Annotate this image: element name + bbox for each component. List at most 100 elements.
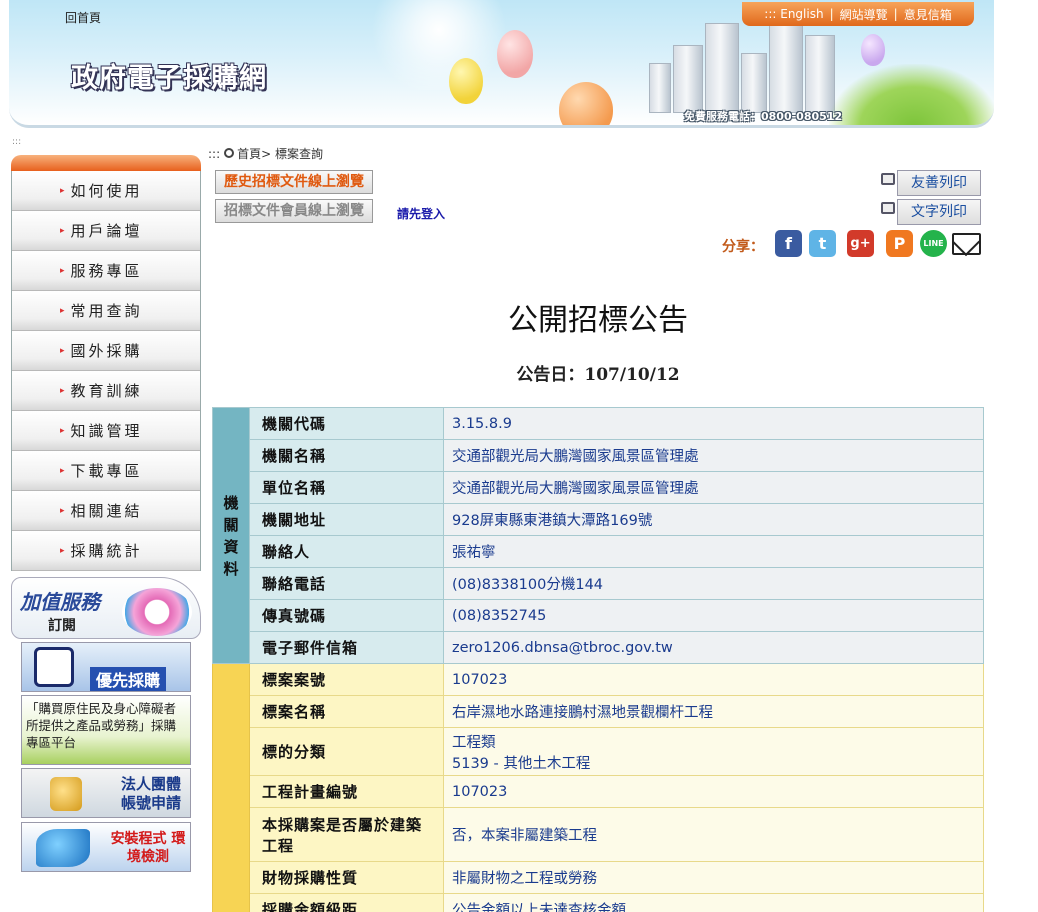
line-icon[interactable]: LINE xyxy=(920,230,947,257)
breadcrumb: ::: 首頁> 標案查詢 xyxy=(208,145,323,162)
sidebar-item-label: 採購統計 xyxy=(70,542,143,560)
install-check-banner[interactable]: 安裝程式 環境檢測 xyxy=(21,822,191,872)
history-docs-button[interactable]: 歷史招標文件線上瀏覽 xyxy=(215,170,373,194)
row-value: 工程類 5139 - 其他土木工程 xyxy=(443,727,984,776)
balloon-graphic xyxy=(559,82,613,125)
sidebar-item-common-query[interactable]: ▸ 常用查詢 xyxy=(12,291,200,331)
sidebar-item-download[interactable]: ▸ 下載專區 xyxy=(12,451,200,491)
sidebar-item-label: 知識管理 xyxy=(70,422,143,440)
sidebar-item-forum[interactable]: ▸ 用戶論壇 xyxy=(12,211,200,251)
row-value: 928屏東縣東港鎮大潭路169號 xyxy=(443,503,984,536)
value-added-title: 加值服務 xyxy=(20,590,100,614)
indigenous-procurement-banner[interactable]: 「購買原住民及身心障礙者所提供之產品或勞務」採購專區平台 xyxy=(21,695,191,765)
google-plus-icon[interactable]: g+ xyxy=(847,230,874,257)
sidebar-item-label: 國外採購 xyxy=(70,342,143,360)
wheelchair-icon xyxy=(34,647,74,687)
sidebar-item-statistics[interactable]: ▸ 採購統計 xyxy=(12,531,200,571)
table-row: 聯絡電話 (08)8338100分機144 xyxy=(213,567,984,600)
home-link[interactable]: 回首頁 xyxy=(65,9,101,26)
announce-date: 公告日：107/10/12 xyxy=(516,365,680,385)
table-row: 採購金額級距 公告金額以上未達查核金額 xyxy=(213,893,984,912)
row-value: 3.15.8.9 xyxy=(443,407,984,440)
row-value: (08)8338100分機144 xyxy=(443,567,984,600)
banner-label: 安裝程式 環境檢測 xyxy=(110,831,186,865)
row-label: 聯絡電話 xyxy=(249,567,444,600)
sidebar-item-label: 教育訓練 xyxy=(70,382,143,400)
sidebar-item-foreign[interactable]: ▸ 國外採購 xyxy=(12,331,200,371)
twitter-icon[interactable]: t xyxy=(809,230,836,257)
arrow-right-icon: ▸ xyxy=(60,265,65,276)
sidebar-item-how-to-use[interactable]: ▸ 如何使用 xyxy=(12,171,200,211)
category-sub: 5139 - 其他土木工程 xyxy=(452,755,591,772)
accesskey-dots[interactable]: ::: xyxy=(12,137,21,147)
member-docs-button[interactable]: 招標文件會員線上瀏覽 xyxy=(215,199,373,223)
table-row: 單位名稱 交通部觀光局大鵬灣國家風景區管理處 xyxy=(213,471,984,504)
sidebar-item-knowledge[interactable]: ▸ 知識管理 xyxy=(12,411,200,451)
building-graphic xyxy=(705,23,739,113)
table-row: 標的分類 工程類 5139 - 其他土木工程 xyxy=(213,727,984,776)
table-row: 聯絡人 張祐寧 xyxy=(213,535,984,568)
sidebar-item-links[interactable]: ▸ 相關連結 xyxy=(12,491,200,531)
row-label: 本採購案是否屬於建築工程 xyxy=(249,807,444,862)
row-value: 107023 xyxy=(443,775,984,808)
building-graphic xyxy=(649,63,671,113)
value-added-subscribe-banner[interactable]: 加值服務 訂閱 xyxy=(11,577,201,639)
friendly-print-button[interactable]: 友善列印 xyxy=(897,170,981,196)
table-row: 傳真號碼 (08)8352745 xyxy=(213,599,984,632)
sidebar-item-services[interactable]: ▸ 服務專區 xyxy=(12,251,200,291)
row-label: 採購金額級距 xyxy=(249,893,444,912)
table-row: 機關地址 928屏東縣東港鎮大潭路169號 xyxy=(213,503,984,536)
arrow-right-icon: ▸ xyxy=(60,225,65,236)
search-icon xyxy=(224,148,235,158)
sidebar-item-training[interactable]: ▸ 教育訓練 xyxy=(12,371,200,411)
share-label: 分享： xyxy=(722,239,764,255)
row-label: 標案名稱 xyxy=(249,695,444,728)
sun-graphic xyxy=(364,0,514,90)
arrow-right-icon: ▸ xyxy=(60,385,65,396)
sidebar-item-label: 下載專區 xyxy=(70,462,143,480)
row-label: 標案案號 xyxy=(249,663,444,696)
table-row: 工程計畫編號 107023 xyxy=(213,775,984,808)
row-value: 公告金額以上未達查核金額 xyxy=(443,893,984,912)
sidebar-item-label: 用戶論壇 xyxy=(70,222,143,240)
sidebar-item-label: 相關連結 xyxy=(70,502,143,520)
mail-icon[interactable] xyxy=(952,233,981,255)
tender-group-cell xyxy=(212,663,250,912)
arrow-right-icon: ▸ xyxy=(60,305,65,316)
legal-entity-account-banner[interactable]: 法人團體 帳號申請 xyxy=(21,768,191,818)
row-label: 機關名稱 xyxy=(249,439,444,472)
sidebar-item-label: 服務專區 xyxy=(70,262,143,280)
agency-group-label: 機關資料 xyxy=(212,407,250,664)
sidebar-menu: ▸ 如何使用 ▸ 用戶論壇 ▸ 服務專區 ▸ 常用查詢 ▸ 國外採購 ▸ 教育訓練 ▸ 知識管… xyxy=(11,171,201,571)
balloon-graphic xyxy=(861,34,885,66)
login-link[interactable]: 請先登入 xyxy=(397,205,445,222)
lock-icon xyxy=(50,777,82,811)
sidebar-cap xyxy=(11,155,201,171)
table-row: 本採購案是否屬於建築工程 否，本案非屬建築工程 xyxy=(213,807,984,862)
topnav-feedback[interactable]: 意見信箱 xyxy=(904,6,952,23)
priority-procurement-banner[interactable]: 優先採購 xyxy=(21,642,191,692)
row-value: 107023 xyxy=(443,663,984,696)
text-print-button[interactable]: 文字列印 xyxy=(897,199,981,225)
arrow-right-icon: ▸ xyxy=(60,425,65,436)
row-value: 交通部觀光局大鵬灣國家風景區管理處 xyxy=(443,471,984,504)
building-graphic xyxy=(741,53,767,113)
row-label: 聯絡人 xyxy=(249,535,444,568)
nav-separator: | xyxy=(829,7,834,21)
arrow-right-icon: ▸ xyxy=(60,185,65,196)
table-row: 財物採購性質 非屬財物之工程或勞務 xyxy=(213,861,984,894)
site-title[interactable]: 政府電子採購網 xyxy=(71,56,267,95)
row-label: 機關地址 xyxy=(249,503,444,536)
row-label: 財物採購性質 xyxy=(249,861,444,894)
breadcrumb-home[interactable]: 首頁 xyxy=(237,147,261,161)
arrow-right-icon: ▸ xyxy=(60,545,65,556)
topnav-english[interactable]: ::: English xyxy=(764,7,823,21)
balloon-graphic xyxy=(449,58,483,104)
sidebar-item-label: 常用查詢 xyxy=(70,302,143,320)
facebook-icon[interactable]: f xyxy=(775,230,802,257)
wrench-icon xyxy=(36,829,90,867)
accesskey-dots[interactable]: ::: xyxy=(208,147,220,161)
topnav-sitemap[interactable]: 網站導覽 xyxy=(840,6,888,23)
plurk-icon[interactable]: P xyxy=(886,230,913,257)
balloon-graphic xyxy=(497,30,533,78)
